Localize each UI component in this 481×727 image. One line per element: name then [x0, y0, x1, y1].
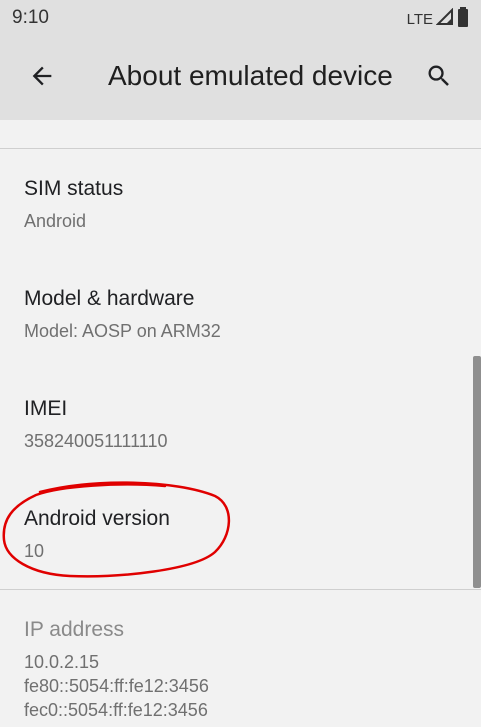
app-bar: About emulated device — [0, 36, 481, 120]
list-item-title: SIM status — [24, 177, 124, 200]
list-item-sim-status[interactable]: SIM status Android — [0, 149, 481, 259]
list-item-title: IMEI — [24, 397, 68, 420]
ip-line: 10.0.2.15 — [24, 652, 100, 672]
list-item-summary: Model: AOSP on ARM32 — [24, 321, 221, 341]
status-icons: LTE — [407, 7, 469, 31]
status-time: 9:10 — [12, 7, 49, 28]
back-arrow-icon — [28, 62, 56, 95]
battery-icon — [457, 7, 469, 31]
search-icon — [425, 62, 453, 95]
search-button[interactable] — [417, 56, 461, 100]
list-item-title: IP address — [24, 618, 125, 641]
settings-list[interactable]: SIM status Android Model & hardware Mode… — [0, 120, 481, 727]
list-item-summary: 10 — [24, 541, 45, 561]
ip-line: fe80::5054:ff:fe12:3456 — [24, 676, 209, 696]
list-item-summary: 358240051111110 — [24, 431, 168, 451]
list-item-summary: 10.0.2.15 fe80::5054:ff:fe12:3456 fec0::… — [24, 650, 209, 722]
back-button[interactable] — [20, 56, 64, 100]
scrollbar[interactable] — [473, 356, 481, 588]
list-item-summary: Android — [24, 211, 87, 231]
list-item-android-version[interactable]: Android version 10 — [0, 479, 481, 589]
list-item-imei[interactable]: IMEI 358240051111110 — [0, 369, 481, 479]
signal-icon — [435, 7, 454, 30]
list-item-title: Model & hardware — [24, 287, 195, 310]
list-item-ip-address: IP address 10.0.2.15 fe80::5054:ff:fe12:… — [0, 590, 481, 727]
status-bar: 9:10 LTE — [0, 0, 481, 36]
list-item-model-hardware[interactable]: Model & hardware Model: AOSP on ARM32 — [0, 259, 481, 369]
ip-line: fec0::5054:ff:fe12:3456 — [24, 700, 208, 720]
network-type: LTE — [406, 10, 433, 28]
list-item-title: Android version — [24, 507, 170, 530]
page-title: About emulated device — [108, 60, 393, 91]
